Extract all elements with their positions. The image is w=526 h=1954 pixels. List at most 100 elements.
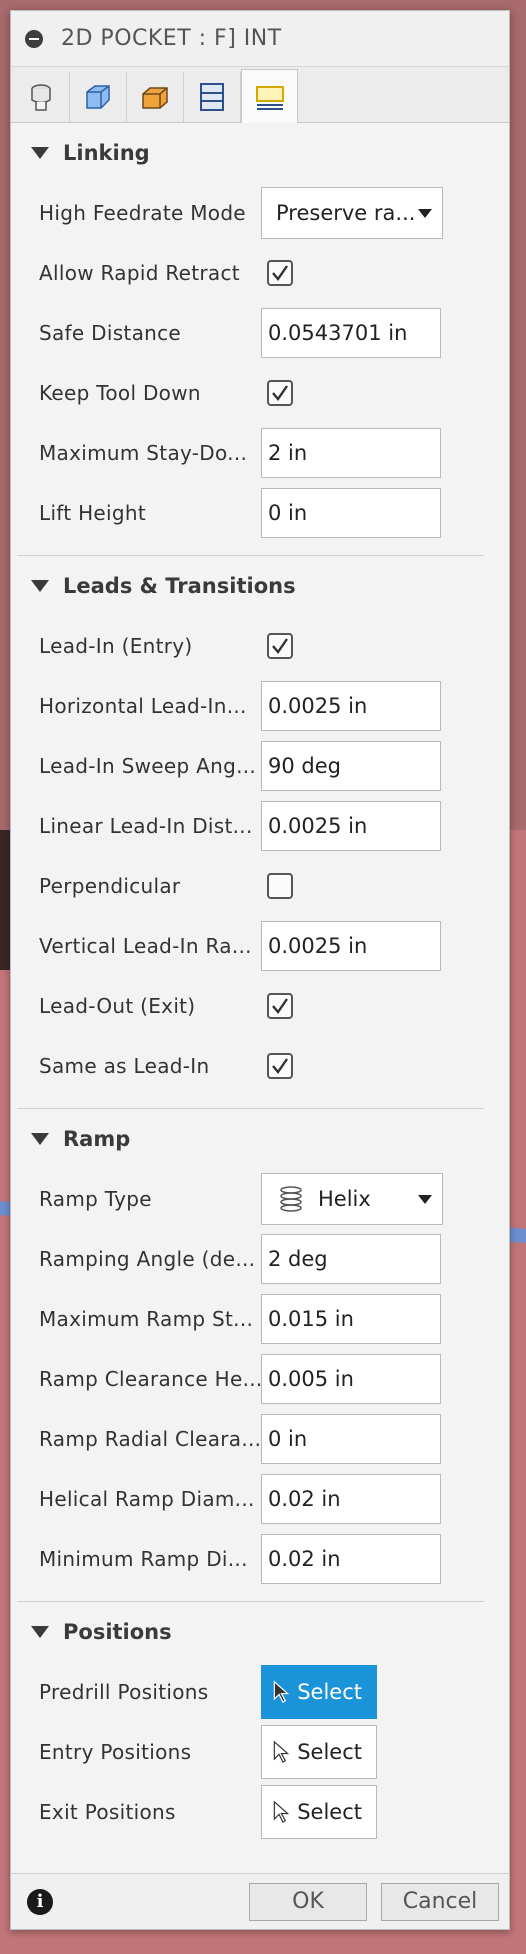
tab-heights[interactable] [127, 72, 184, 122]
field-label: Allow Rapid Retract [39, 261, 240, 285]
tab-linking[interactable] [241, 69, 298, 123]
min-ramp-diam-input[interactable]: 0.02 in [261, 1534, 441, 1584]
helix-icon [280, 1186, 302, 1212]
perpendicular-checkbox[interactable] [267, 873, 293, 899]
row-ramp-type: Ramp Type Helix [17, 1169, 484, 1229]
section-header-linking[interactable]: Linking [17, 123, 484, 183]
button-label: Select [297, 1800, 362, 1824]
info-icon[interactable]: i [27, 1888, 53, 1915]
row-max-stay-down: Maximum Stay-Do... 2 in [17, 423, 484, 483]
field-label: Horizontal Lead-In... [39, 694, 247, 718]
cursor-arrow-icon [273, 1800, 290, 1824]
field-label: High Feedrate Mode [39, 201, 246, 225]
section-ramp: Ramp Ramp Type Helix Ramping Angle (de..… [17, 1109, 484, 1602]
caret-down-icon [418, 209, 432, 218]
row-entry: Entry Positions Select [17, 1722, 484, 1782]
predrill-select-button[interactable]: Select [261, 1665, 377, 1719]
lift-height-input[interactable]: 0 in [261, 488, 441, 538]
dropdown-value: Preserve ra... [276, 201, 416, 225]
row-ramp-clearance: Ramp Clearance He... 0.005 in [17, 1349, 484, 1409]
row-same-as-lead-in: Same as Lead-In [17, 1036, 484, 1096]
dialog-footer: i OK Cancel [11, 1873, 509, 1929]
lead-in-checkbox[interactable] [267, 633, 293, 659]
max-stay-down-input[interactable]: 2 in [261, 428, 441, 478]
field-label: Ramp Clearance He... [39, 1367, 261, 1391]
exit-select-button[interactable]: Select [261, 1785, 377, 1839]
checkmark-icon [272, 265, 288, 281]
ramp-clearance-input[interactable]: 0.005 in [261, 1354, 441, 1404]
row-high-feedrate-mode: High Feedrate Mode Preserve ra... [17, 183, 484, 243]
keep-tool-down-checkbox[interactable] [267, 380, 293, 406]
section-linking: Linking High Feedrate Mode Preserve ra..… [17, 123, 484, 556]
collapse-icon[interactable] [25, 29, 43, 48]
field-label: Ramp Type [39, 1187, 152, 1211]
caret-down-icon [418, 1195, 432, 1204]
ramp-radial-input[interactable]: 0 in [261, 1414, 441, 1464]
cursor-arrow-icon [273, 1740, 290, 1764]
row-min-ramp-diam: Minimum Ramp Di... 0.02 in [17, 1529, 484, 1589]
allow-rapid-retract-checkbox[interactable] [267, 260, 293, 286]
entry-select-button[interactable]: Select [261, 1725, 377, 1779]
section-header-leads[interactable]: Leads & Transitions [17, 556, 484, 616]
row-helical-diam: Helical Ramp Diam... 0.02 in [17, 1469, 484, 1529]
geometry-icon [86, 85, 110, 109]
row-safe-distance: Safe Distance 0.0543701 in [17, 303, 484, 363]
horizontal-lead-in-input[interactable]: 0.0025 in [261, 681, 441, 731]
vertical-lead-in-input[interactable]: 0.0025 in [261, 921, 441, 971]
tab-tool[interactable] [13, 72, 70, 122]
row-keep-tool-down: Keep Tool Down [17, 363, 484, 423]
heights-icon [142, 87, 168, 109]
dialog-titlebar[interactable]: 2D POCKET : F] INT [11, 11, 509, 67]
field-label: Predrill Positions [39, 1680, 209, 1704]
field-label: Minimum Ramp Di... [39, 1547, 248, 1571]
section-header-ramp[interactable]: Ramp [17, 1109, 484, 1169]
field-label: Exit Positions [39, 1800, 176, 1824]
tab-passes[interactable] [184, 72, 241, 122]
field-label: Lead-Out (Exit) [39, 994, 196, 1018]
field-label: Lead-In (Entry) [39, 634, 193, 658]
row-predrill: Predrill Positions Select [17, 1662, 484, 1722]
tab-geometry[interactable] [70, 72, 127, 122]
row-lead-in: Lead-In (Entry) [17, 616, 484, 676]
field-label: Perpendicular [39, 874, 181, 898]
pocket-dialog: 2D POCKET : F] INT Linking High Feedrate… [10, 10, 510, 1930]
field-label: Helical Ramp Diam... [39, 1487, 255, 1511]
high-feedrate-mode-dropdown[interactable]: Preserve ra... [261, 187, 443, 239]
triangle-down-icon [31, 147, 49, 159]
helical-diam-input[interactable]: 0.02 in [261, 1474, 441, 1524]
checkmark-icon [272, 385, 288, 401]
section-leads: Leads & Transitions Lead-In (Entry) Hori… [17, 556, 484, 1109]
field-label: Linear Lead-In Dist... [39, 814, 253, 838]
ramping-angle-input[interactable]: 2 deg [261, 1234, 441, 1284]
cancel-button[interactable]: Cancel [381, 1882, 499, 1921]
field-label: Vertical Lead-In Ra... [39, 934, 252, 958]
checkmark-icon [272, 638, 288, 654]
field-label: Ramping Angle (de... [39, 1247, 256, 1271]
field-label: Lift Height [39, 501, 147, 525]
button-label: Select [297, 1680, 362, 1704]
ramp-type-dropdown[interactable]: Helix [261, 1173, 443, 1225]
cursor-arrow-icon [273, 1680, 290, 1704]
max-ramp-step-input[interactable]: 0.015 in [261, 1294, 441, 1344]
linear-lead-in-input[interactable]: 0.0025 in [261, 801, 441, 851]
safe-distance-input[interactable]: 0.0543701 in [261, 308, 441, 358]
same-as-lead-in-checkbox[interactable] [267, 1053, 293, 1079]
row-exit: Exit Positions Select [17, 1782, 484, 1842]
row-vertical-lead-in: Vertical Lead-In Ra... 0.0025 in [17, 916, 484, 976]
row-lift-height: Lift Height 0 in [17, 483, 484, 543]
tab-bar [11, 67, 509, 123]
dialog-title: 2D POCKET : F] INT [61, 26, 282, 51]
section-header-positions[interactable]: Positions [17, 1602, 484, 1662]
button-label: Select [297, 1740, 362, 1764]
section-title: Positions [63, 1620, 172, 1644]
section-title: Linking [63, 141, 150, 165]
tool-icon [31, 84, 51, 111]
dropdown-value: Helix [318, 1187, 371, 1211]
lead-out-checkbox[interactable] [267, 993, 293, 1019]
sweep-angle-input[interactable]: 90 deg [261, 741, 441, 791]
ok-button[interactable]: OK [249, 1882, 367, 1921]
row-linear-lead-in: Linear Lead-In Dist... 0.0025 in [17, 796, 484, 856]
field-label: Keep Tool Down [39, 381, 201, 405]
field-label: Entry Positions [39, 1740, 192, 1764]
section-title: Leads & Transitions [63, 574, 296, 598]
